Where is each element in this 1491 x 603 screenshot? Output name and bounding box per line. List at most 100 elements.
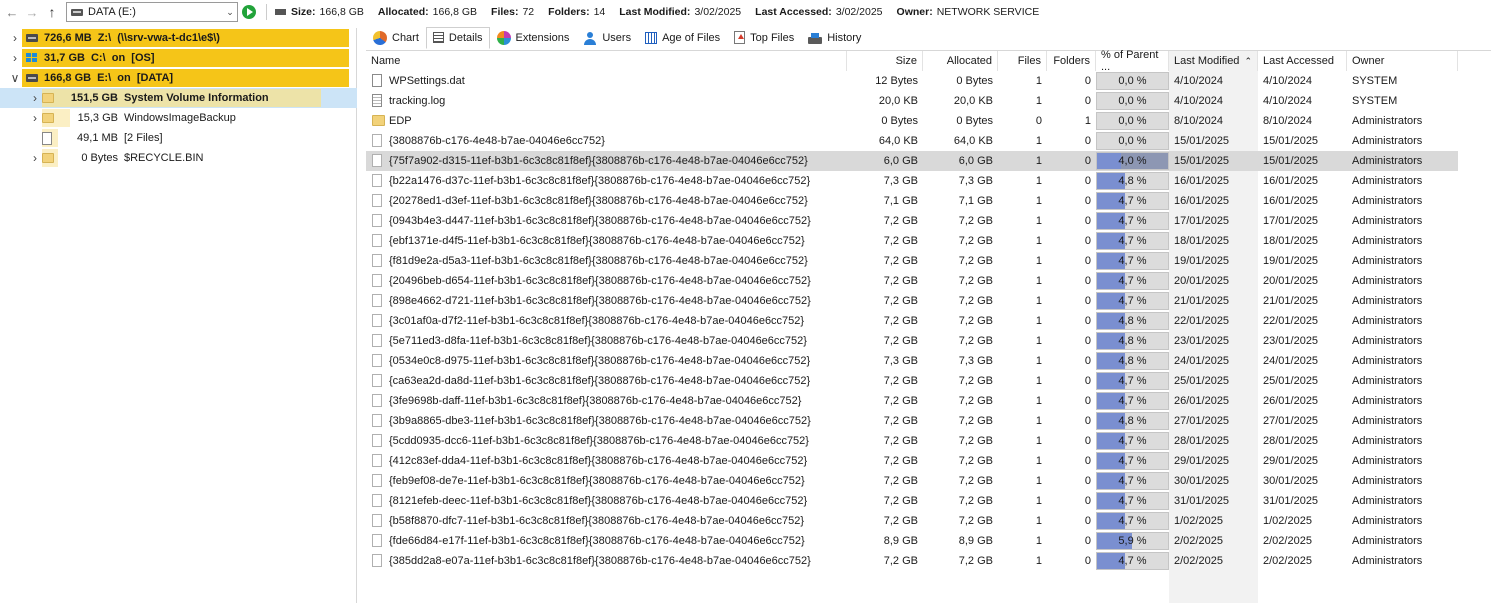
cell-accessed: 24/01/2025 bbox=[1263, 355, 1319, 367]
table-row[interactable]: {412c83ef-dda4-11ef-b3b1-6c3c8c81f8ef}{3… bbox=[366, 451, 1458, 471]
cell-owner: Administrators bbox=[1352, 455, 1423, 467]
column-header-allocated[interactable]: Allocated bbox=[923, 51, 998, 71]
table-row[interactable]: {898e4662-d721-11ef-b3b1-6c3c8c81f8ef}{3… bbox=[366, 291, 1458, 311]
percent-text: 4,8 % bbox=[1118, 335, 1147, 347]
cell-accessed: 8/10/2024 bbox=[1263, 115, 1312, 127]
percent-text: 4,7 % bbox=[1118, 215, 1147, 227]
collapsed-chevron-icon[interactable]: › bbox=[10, 51, 20, 65]
tab-age-of-files[interactable]: Age of Files bbox=[638, 27, 727, 49]
cell-files: 1 bbox=[1035, 335, 1042, 347]
table-row[interactable]: {b58f8870-dfc7-11ef-b3b1-6c3c8c81f8ef}{3… bbox=[366, 511, 1458, 531]
folder-tree[interactable]: › 726,6 MB Z:\ (\\srv-vwa-t-dc1\e$\) › 31,7 … bbox=[0, 28, 357, 603]
accessed-value: 3/02/2025 bbox=[835, 6, 883, 18]
table-row[interactable]: {feb9ef08-de7e-11ef-b3b1-6c3c8c81f8ef}{3… bbox=[366, 471, 1458, 491]
tree-item[interactable]: › 726,6 MB Z:\ (\\srv-vwa-t-dc1\e$\) bbox=[0, 28, 357, 48]
cell-owner: Administrators bbox=[1352, 355, 1423, 367]
column-header-files[interactable]: Files bbox=[998, 51, 1047, 71]
tab-users[interactable]: Users bbox=[576, 27, 638, 49]
column-header-size[interactable]: Size bbox=[847, 51, 923, 71]
table-row[interactable]: {385dd2a8-e07a-11ef-b3b1-6c3c8c81f8ef}{3… bbox=[366, 551, 1458, 571]
table-row[interactable]: {b22a1476-d37c-11ef-b3b1-6c3c8c81f8ef}{3… bbox=[366, 171, 1458, 191]
table-row[interactable]: {3c01af0a-d7f2-11ef-b3b1-6c3c8c81f8ef}{3… bbox=[366, 311, 1458, 331]
up-arrow-icon[interactable]: ↑ bbox=[44, 2, 60, 22]
table-row[interactable]: {3fe9698b-daff-11ef-b3b1-6c3c8c81f8ef}{3… bbox=[366, 391, 1458, 411]
cell-name: {fde66d84-e17f-11ef-b3b1-6c3c8c81f8ef}{3… bbox=[389, 535, 805, 547]
cell-folders: 0 bbox=[1084, 275, 1091, 287]
expanded-chevron-icon[interactable]: ∨ bbox=[10, 71, 20, 85]
tab-chart[interactable]: Chart bbox=[366, 27, 426, 49]
table-row[interactable]: {75f7a902-d315-11ef-b3b1-6c3c8c81f8ef}{3… bbox=[366, 151, 1458, 171]
column-header-name[interactable]: Name bbox=[366, 51, 847, 71]
tab-details[interactable]: Details bbox=[425, 26, 490, 49]
cell-name: {feb9ef08-de7e-11ef-b3b1-6c3c8c81f8ef}{3… bbox=[389, 475, 805, 487]
cell-allocated: 7,3 GB bbox=[958, 175, 993, 187]
table-row[interactable]: {3808876b-c176-4e48-b7ae-04046e6cc752} 64… bbox=[366, 131, 1458, 151]
cell-accessed: 25/01/2025 bbox=[1263, 375, 1319, 387]
table-row[interactable]: {5cdd0935-dcc6-11ef-b3b1-6c3c8c81f8ef}{3… bbox=[366, 431, 1458, 451]
percent-text: 0,0 % bbox=[1118, 115, 1147, 127]
table-row[interactable]: {f81d9e2a-d5a3-11ef-b3b1-6c3c8c81f8ef}{3… bbox=[366, 251, 1458, 271]
cell-modified: 24/01/2025 bbox=[1174, 355, 1230, 367]
cell-folders: 0 bbox=[1084, 155, 1091, 167]
tab-history[interactable]: History bbox=[801, 27, 868, 49]
column-header-folders[interactable]: Folders bbox=[1047, 51, 1096, 71]
cell-allocated: 6,0 GB bbox=[958, 155, 993, 167]
forward-arrow-icon[interactable]: → bbox=[24, 2, 40, 22]
collapsed-chevron-icon[interactable]: › bbox=[30, 151, 40, 165]
back-arrow-icon[interactable]: ← bbox=[4, 2, 20, 22]
tree-item-name: Z:\ (\\srv-vwa-t-dc1\e$\) bbox=[97, 32, 220, 44]
cell-size: 7,2 GB bbox=[883, 235, 918, 247]
percent-text: 4,8 % bbox=[1118, 315, 1147, 327]
table-row[interactable]: WPSettings.dat 12 Bytes 0 Bytes 1 0 4/10/2024… bbox=[366, 71, 1458, 91]
cell-name: {5e711ed3-d8fa-11ef-b3b1-6c3c8c81f8ef}{3… bbox=[389, 335, 807, 347]
tab-top-files[interactable]: Top Files bbox=[727, 27, 801, 49]
cell-allocated: 7,2 GB bbox=[958, 395, 993, 407]
cell-modified: 2/02/2025 bbox=[1174, 555, 1223, 567]
cell-allocated: 7,2 GB bbox=[958, 335, 993, 347]
go-play-icon[interactable] bbox=[242, 5, 256, 19]
cell-allocated: 7,2 GB bbox=[958, 315, 993, 327]
cell-owner: Administrators bbox=[1352, 515, 1423, 527]
table-row[interactable]: {0534e0c8-d975-11ef-b3b1-6c3c8c81f8ef}{3… bbox=[366, 351, 1458, 371]
table-row[interactable]: {ebf1371e-d4f5-11ef-b3b1-6c3c8c81f8ef}{3… bbox=[366, 231, 1458, 251]
table-row[interactable]: {8121efeb-deec-11ef-b3b1-6c3c8c81f8ef}{3… bbox=[366, 491, 1458, 511]
column-header-modified[interactable]: Last Modified ⌃ bbox=[1169, 51, 1258, 71]
cell-allocated: 7,2 GB bbox=[958, 215, 993, 227]
tree-item[interactable]: 49,1 MB [2 Files] bbox=[0, 128, 357, 148]
cell-modified: 20/01/2025 bbox=[1174, 275, 1230, 287]
collapsed-chevron-icon[interactable]: › bbox=[10, 31, 20, 45]
table-row[interactable]: {20278ed1-d3ef-11ef-b3b1-6c3c8c81f8ef}{3… bbox=[366, 191, 1458, 211]
percent-of-parent-bar: 4,7 % bbox=[1096, 452, 1169, 470]
tree-item[interactable]: › 15,3 GB WindowsImageBackup bbox=[0, 108, 357, 128]
list-header: Name Size Allocated Files Folders % of P… bbox=[366, 49, 1491, 73]
percent-of-parent-bar: 4,8 % bbox=[1096, 172, 1169, 190]
table-row[interactable]: {3b9a8865-dbe3-11ef-b3b1-6c3c8c81f8ef}{3… bbox=[366, 411, 1458, 431]
column-header-owner[interactable]: Owner bbox=[1347, 51, 1458, 71]
tree-item[interactable]: › 151,5 GB System Volume Information bbox=[0, 88, 357, 108]
cell-owner: Administrators bbox=[1352, 175, 1423, 187]
table-row[interactable]: {ca63ea2d-da8d-11ef-b3b1-6c3c8c81f8ef}{3… bbox=[366, 371, 1458, 391]
drive-select[interactable]: DATA (E:) ⌄ bbox=[66, 2, 238, 22]
cell-folders: 0 bbox=[1084, 335, 1091, 347]
tree-item[interactable]: ∨ 166,8 GB E:\ on [DATA] bbox=[0, 68, 357, 88]
collapsed-chevron-icon[interactable]: › bbox=[30, 91, 40, 105]
tree-item[interactable]: › 31,7 GB C:\ on [OS] bbox=[0, 48, 357, 68]
chevron-down-icon[interactable]: ⌄ bbox=[223, 7, 237, 18]
tree-item-name: System Volume Information bbox=[124, 92, 269, 104]
users-icon bbox=[583, 31, 597, 45]
collapsed-chevron-icon[interactable]: › bbox=[30, 111, 40, 125]
tab-extensions[interactable]: Extensions bbox=[490, 27, 577, 49]
file-icon bbox=[372, 334, 382, 347]
table-row[interactable]: {0943b4e3-d447-11ef-b3b1-6c3c8c81f8ef}{3… bbox=[366, 211, 1458, 231]
tree-item[interactable]: › 0 Bytes $RECYCLE.BIN bbox=[0, 148, 357, 168]
cell-accessed: 15/01/2025 bbox=[1263, 155, 1319, 167]
table-row[interactable]: {20496beb-d654-11ef-b3b1-6c3c8c81f8ef}{3… bbox=[366, 271, 1458, 291]
column-header-accessed[interactable]: Last Accessed bbox=[1258, 51, 1347, 71]
table-row[interactable]: {fde66d84-e17f-11ef-b3b1-6c3c8c81f8ef}{3… bbox=[366, 531, 1458, 551]
cell-owner: Administrators bbox=[1352, 275, 1423, 287]
table-row[interactable]: tracking.log 20,0 KB 20,0 KB 1 0 4/10/2024 4/1… bbox=[366, 91, 1458, 111]
column-header-pct[interactable]: % of Parent ... bbox=[1096, 49, 1169, 73]
table-row[interactable]: {5e711ed3-d8fa-11ef-b3b1-6c3c8c81f8ef}{3… bbox=[366, 331, 1458, 351]
table-row[interactable]: EDP 0 Bytes 0 Bytes 0 1 8/10/2024 8/10/2024 Adm… bbox=[366, 111, 1458, 131]
file-icon bbox=[372, 274, 382, 287]
